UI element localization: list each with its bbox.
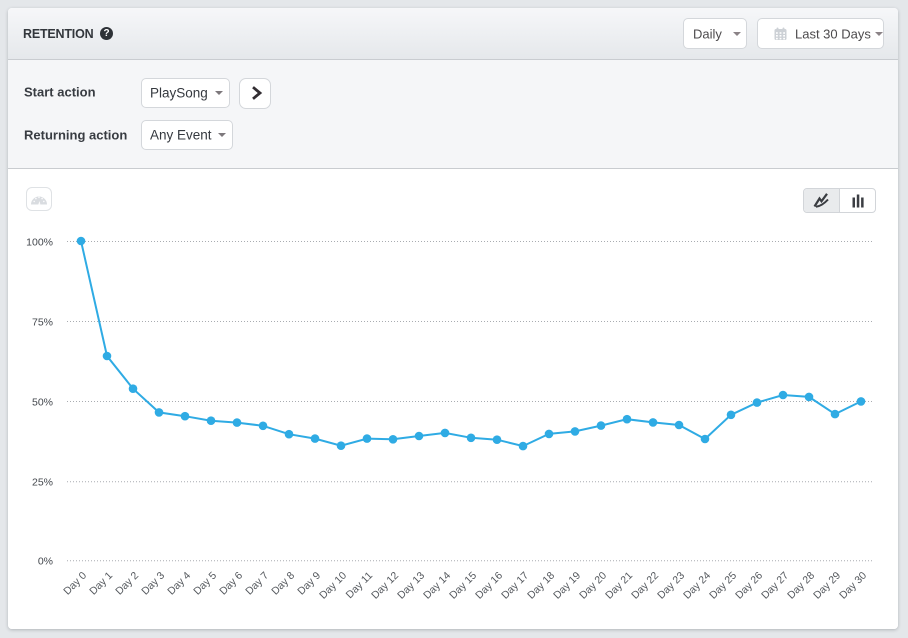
svg-text:Day 21: Day 21 bbox=[603, 570, 635, 602]
svg-text:Day 27: Day 27 bbox=[759, 570, 791, 602]
svg-text:Day 17: Day 17 bbox=[499, 570, 531, 602]
svg-text:Day 29: Day 29 bbox=[811, 570, 843, 602]
svg-text:Day 4: Day 4 bbox=[165, 570, 193, 598]
svg-text:Day 19: Day 19 bbox=[551, 570, 583, 602]
svg-text:75%: 75% bbox=[32, 316, 53, 328]
svg-text:Day 23: Day 23 bbox=[655, 570, 687, 602]
svg-text:Day 7: Day 7 bbox=[243, 570, 271, 598]
svg-text:Day 15: Day 15 bbox=[447, 570, 479, 602]
svg-text:Day 8: Day 8 bbox=[269, 570, 297, 598]
svg-text:Day 14: Day 14 bbox=[421, 570, 453, 602]
svg-text:Day 11: Day 11 bbox=[344, 570, 376, 602]
svg-text:Day 16: Day 16 bbox=[473, 570, 505, 602]
svg-text:Day 10: Day 10 bbox=[317, 570, 349, 602]
svg-text:Day 1: Day 1 bbox=[87, 570, 115, 598]
svg-text:Day 2: Day 2 bbox=[113, 570, 141, 598]
svg-text:Day 5: Day 5 bbox=[191, 570, 219, 598]
svg-text:Day 18: Day 18 bbox=[525, 570, 557, 602]
svg-text:25%: 25% bbox=[32, 477, 53, 489]
svg-text:Day 24: Day 24 bbox=[681, 570, 713, 602]
svg-text:Day 6: Day 6 bbox=[217, 570, 245, 598]
svg-text:Day 26: Day 26 bbox=[733, 570, 765, 602]
svg-text:Day 13: Day 13 bbox=[395, 570, 427, 602]
svg-text:Day 20: Day 20 bbox=[577, 570, 609, 602]
svg-text:Day 3: Day 3 bbox=[139, 570, 167, 598]
svg-text:Day 22: Day 22 bbox=[629, 570, 661, 602]
svg-text:Day 28: Day 28 bbox=[785, 570, 817, 602]
svg-text:50%: 50% bbox=[32, 396, 53, 408]
svg-text:0%: 0% bbox=[38, 556, 53, 568]
svg-text:Day 0: Day 0 bbox=[61, 570, 89, 598]
svg-text:100%: 100% bbox=[26, 236, 53, 248]
svg-text:Day 12: Day 12 bbox=[369, 570, 401, 602]
svg-text:Day 30: Day 30 bbox=[837, 570, 869, 602]
svg-text:Day 25: Day 25 bbox=[707, 570, 739, 602]
